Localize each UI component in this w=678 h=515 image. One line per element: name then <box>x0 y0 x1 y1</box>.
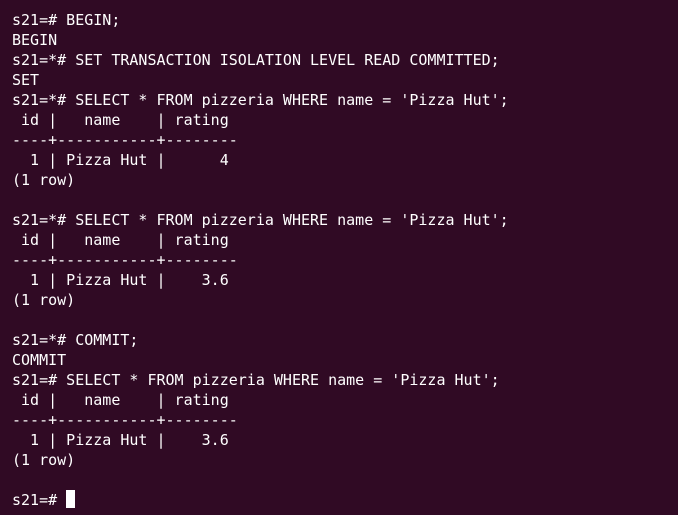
terminal-line: COMMIT <box>12 351 67 369</box>
terminal-line: ----+-----------+-------- <box>12 251 238 269</box>
terminal-line: s21=*# SELECT * FROM pizzeria WHERE name… <box>12 211 509 229</box>
terminal-line: 1 | Pizza Hut | 3.6 <box>12 271 229 289</box>
terminal-line: s21=# SELECT * FROM pizzeria WHERE name … <box>12 371 500 389</box>
terminal-line: (1 row) <box>12 171 76 189</box>
terminal-line: s21=*# SELECT * FROM pizzeria WHERE name… <box>12 91 509 109</box>
terminal-line: 1 | Pizza Hut | 3.6 <box>12 431 229 449</box>
prompt-text: s21=# <box>12 491 67 509</box>
terminal-line: s21=*# SET TRANSACTION ISOLATION LEVEL R… <box>12 51 500 69</box>
terminal-line: id | name | rating <box>12 111 229 129</box>
terminal-line: 1 | Pizza Hut | 4 <box>12 151 229 169</box>
text-cursor[interactable] <box>66 490 76 508</box>
terminal-line: (1 row) <box>12 291 76 309</box>
terminal-window[interactable]: s21=# BEGIN; BEGIN s21=*# SET TRANSACTIO… <box>0 0 678 515</box>
terminal-line: ----+-----------+-------- <box>12 411 238 429</box>
terminal-line: ----+-----------+-------- <box>12 131 238 149</box>
terminal-line: s21=# BEGIN; <box>12 11 121 29</box>
terminal-line: id | name | rating <box>12 391 229 409</box>
terminal-line: SET <box>12 71 40 89</box>
terminal-line: (1 row) <box>12 451 76 469</box>
terminal-line: id | name | rating <box>12 231 229 249</box>
terminal-line: BEGIN <box>12 31 58 49</box>
terminal-line: s21=*# COMMIT; <box>12 331 139 349</box>
terminal-prompt-line[interactable]: s21=# <box>12 490 678 510</box>
